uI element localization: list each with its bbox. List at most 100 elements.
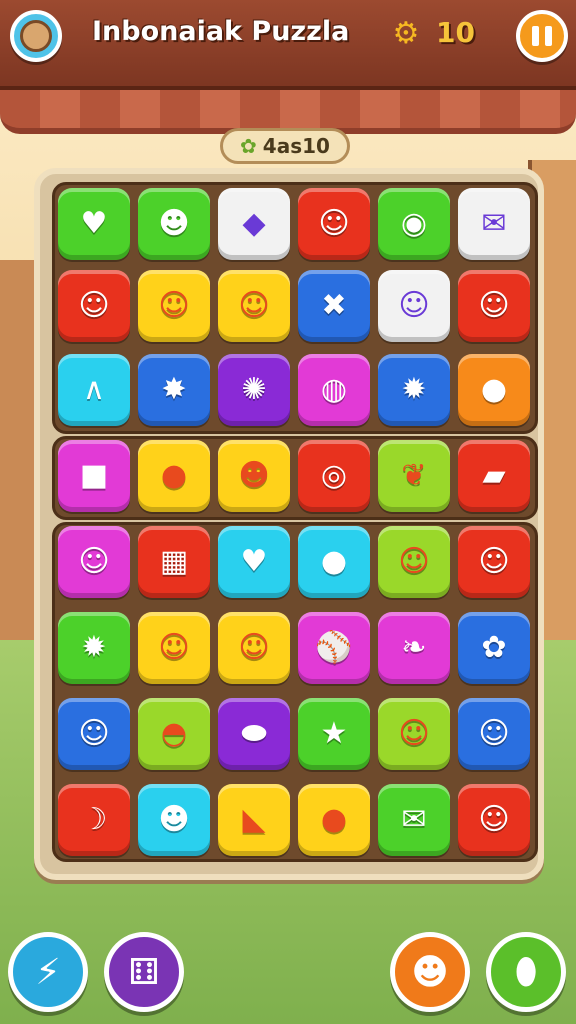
clover-icon: ✿ [240, 134, 257, 158]
tile-r4-c6[interactable]: ▰ [458, 440, 530, 512]
ring-icon: ◎ [320, 458, 348, 493]
pause-button[interactable] [516, 10, 568, 62]
tile-r4-c4[interactable]: ◎ [298, 440, 370, 512]
gear-coin-icon: ⚙ [392, 16, 420, 51]
bear-face-icon: ☺ [158, 288, 190, 323]
tile-r7-c1[interactable]: ☺ [58, 698, 130, 770]
pause-icon [532, 26, 552, 46]
tile-r7-c6[interactable]: ☺ [458, 698, 530, 770]
tile-r3-c4[interactable]: ◍ [298, 354, 370, 426]
tile-r8-c2[interactable]: ☻ [138, 784, 210, 856]
tile-r7-c5[interactable]: ☺ [378, 698, 450, 770]
blue-smiley-icon: ☺ [478, 716, 510, 751]
tile-r1-c1[interactable]: ♥ [58, 188, 130, 260]
tile-r1-c2[interactable]: ☻ [138, 188, 210, 260]
fruit-face-icon: ● [480, 372, 508, 407]
tile-r2-c6[interactable]: ☺ [458, 270, 530, 342]
tile-r4-c1[interactable]: ■ [58, 440, 130, 512]
tile-r2-c2[interactable]: ☺ [138, 270, 210, 342]
smiley-face-icon: ☺ [478, 288, 510, 323]
tile-r2-c5[interactable]: ☺ [378, 270, 450, 342]
calendar-icon: ▦ [159, 544, 189, 579]
bean-booster-button[interactable]: ⬮ [486, 932, 566, 1012]
tile-r6-c2[interactable]: ☺ [138, 612, 210, 684]
gem-icon: ◆ [242, 206, 266, 241]
tile-r5-c2[interactable]: ▦ [138, 526, 210, 598]
crayon-icon: ▰ [482, 458, 506, 493]
tile-r6-c1[interactable]: ✹ [58, 612, 130, 684]
tile-r8-c1[interactable]: ☽ [58, 784, 130, 856]
tile-r8-c4[interactable]: ● [298, 784, 370, 856]
tile-r7-c4[interactable]: ★ [298, 698, 370, 770]
tile-r3-c6[interactable]: ● [458, 354, 530, 426]
tile-r5-c4[interactable]: ● [298, 526, 370, 598]
lightning-boost-button[interactable]: ⚡ [8, 932, 88, 1012]
tile-r1-c4[interactable]: ☺ [298, 188, 370, 260]
tile-r2-c1[interactable]: ☺ [58, 270, 130, 342]
tile-r5-c1[interactable]: ☺ [58, 526, 130, 598]
top-bar: Inbonaiak Puzzla ⚙ 10 [0, 0, 576, 90]
cat-face-icon: ☺ [238, 288, 270, 323]
tile-r6-c6[interactable]: ✿ [458, 612, 530, 684]
bear-face-icon: ☺ [318, 206, 350, 241]
monster-helper-button[interactable]: ☻ [390, 932, 470, 1012]
tile-r1-c6[interactable]: ✉ [458, 188, 530, 260]
tile-r4-c5[interactable]: ❦ [378, 440, 450, 512]
green-blob-icon: ● [320, 544, 348, 579]
tile-r3-c1[interactable]: ∧ [58, 354, 130, 426]
tile-r8-c5[interactable]: ✉ [378, 784, 450, 856]
tile-r1-c3[interactable]: ◆ [218, 188, 290, 260]
profile-button[interactable] [10, 10, 62, 62]
tile-r8-c3[interactable]: ◣ [218, 784, 290, 856]
tile-r3-c3[interactable]: ✺ [218, 354, 290, 426]
dice-icon: ⚅ [128, 951, 160, 993]
ghost-icon: ☺ [398, 716, 430, 751]
splat-star-icon: ✸ [161, 372, 187, 407]
lightning-icon: ⚡ [35, 951, 61, 993]
devil-face-icon: ☺ [238, 630, 270, 665]
tile-r4-c3[interactable]: ☻ [218, 440, 290, 512]
fox-face-icon: ☺ [398, 288, 430, 323]
slime-icon: ☻ [158, 206, 190, 241]
tile-r2-c4[interactable]: ✖ [298, 270, 370, 342]
background-awning [0, 84, 576, 134]
tile-r4-c2[interactable]: ● [138, 440, 210, 512]
tile-r6-c3[interactable]: ☺ [218, 612, 290, 684]
pig-face-icon: ☺ [478, 544, 510, 579]
fox-face-icon: ☺ [78, 716, 110, 751]
leaf-icon: ❦ [401, 458, 427, 493]
star-blob-icon: ✹ [401, 372, 427, 407]
tile-r7-c2[interactable]: ◓ [138, 698, 210, 770]
tile-r5-c6[interactable]: ☺ [458, 526, 530, 598]
tile-r8-c6[interactable]: ☺ [458, 784, 530, 856]
tile-r3-c2[interactable]: ✸ [138, 354, 210, 426]
coin-count: 10 [436, 16, 475, 49]
shuffle-dice-button[interactable]: ⚅ [104, 932, 184, 1012]
tile-r2-c3[interactable]: ☺ [218, 270, 290, 342]
tile-r3-c5[interactable]: ✹ [378, 354, 450, 426]
banana-icon: ☽ [80, 802, 108, 837]
monster-icon: ☻ [411, 951, 449, 993]
tile-r7-c3[interactable]: ⬬ [218, 698, 290, 770]
game-title: Inbonaiak Puzzla [92, 16, 350, 47]
star-icon: ★ [320, 716, 348, 751]
devil-face-icon: ☺ [78, 288, 110, 323]
bat-ball-icon: ⚾ [315, 630, 353, 665]
tile-r5-c3[interactable]: ♥ [218, 526, 290, 598]
fish-face-icon: ☻ [158, 802, 190, 837]
origami-icon: ◣ [242, 802, 266, 837]
tile-r6-c4[interactable]: ⚾ [298, 612, 370, 684]
tongs-icon: ∧ [83, 372, 105, 407]
cat-face-icon: ☺ [78, 544, 110, 579]
score-display: ✿ 4as10 [220, 128, 350, 164]
tile-r1-c5[interactable]: ◉ [378, 188, 450, 260]
blue-blob-icon: ● [320, 802, 348, 837]
tile-r6-c5[interactable]: ❧ [378, 612, 450, 684]
tile-r5-c5[interactable]: ☺ [378, 526, 450, 598]
envelope-icon: ✉ [401, 802, 427, 837]
monkey-face-icon: ☺ [158, 630, 190, 665]
devil-face-icon: ☺ [478, 802, 510, 837]
crossed-sticks-icon: ✖ [321, 288, 347, 323]
avatar-icon [20, 20, 52, 52]
blue-smiley-icon: ☺ [398, 544, 430, 579]
